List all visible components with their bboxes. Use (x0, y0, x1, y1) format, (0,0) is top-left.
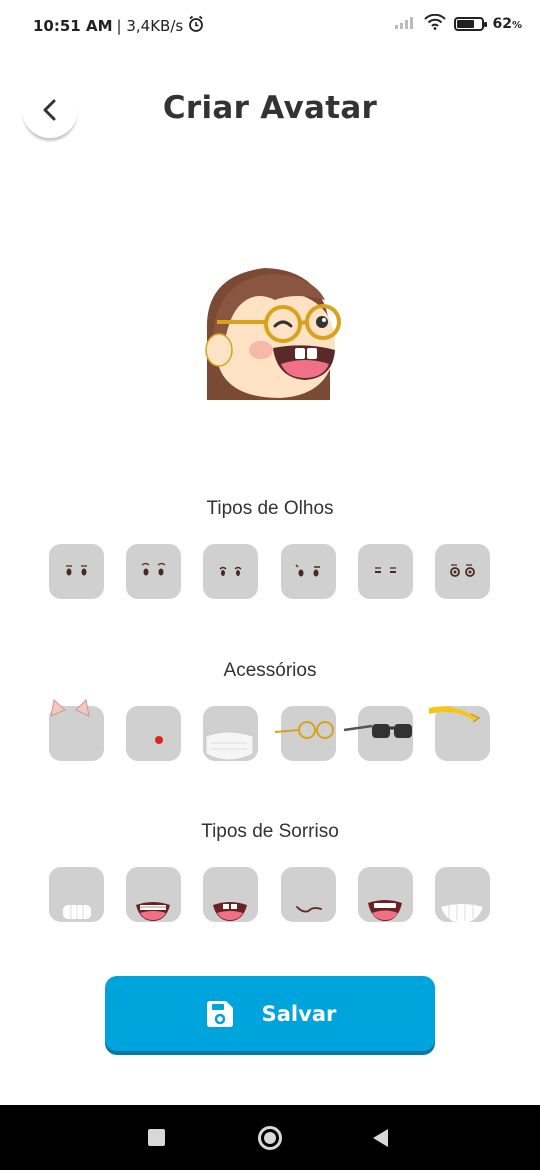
status-left: 10:51 AM | 3,4KB/s (33, 15, 205, 37)
braces-smile-icon (136, 902, 170, 921)
back-nav-button[interactable] (371, 1128, 389, 1152)
battery-value: 62 (492, 16, 512, 32)
signal-icon (394, 15, 416, 33)
smile-option-6[interactable] (435, 867, 490, 923)
open-smile-icon (213, 902, 247, 921)
eyes-section-title: Tipos de Olhos (206, 498, 334, 519)
headband-icon (429, 706, 481, 723)
eye-option-4[interactable] (281, 544, 336, 599)
system-nav-bar (0, 1105, 540, 1170)
recents-square-icon (148, 1129, 165, 1146)
eye-option-6[interactable] (435, 544, 490, 599)
floppy-disk-icon (206, 1000, 233, 1027)
save-button[interactable]: Salvar (105, 976, 435, 1051)
eyes-options (49, 544, 491, 600)
accessory-option-3[interactable] (203, 706, 258, 761)
battery-fill (457, 20, 474, 28)
eyes-lashes-icon (295, 564, 320, 577)
smirk-icon (296, 906, 322, 913)
alarm-icon (187, 15, 205, 37)
accessory-option-4[interactable] (274, 706, 336, 761)
eyes-wide-icon (450, 564, 475, 577)
accessory-option-1[interactable] (49, 698, 104, 761)
battery-percentage: 62% (492, 16, 522, 32)
avatar-illustration (205, 268, 341, 400)
laugh-icon (368, 900, 402, 921)
accessory-option-6[interactable] (429, 706, 490, 761)
smile-option-4[interactable] (281, 867, 336, 922)
eye-option-1[interactable] (49, 544, 104, 599)
battery-icon (454, 17, 488, 31)
accessories-section-title: Acessórios (223, 660, 317, 681)
eye-option-5[interactable] (358, 544, 413, 599)
smiles-section-title: Tipos de Sorriso (201, 821, 339, 842)
status-right: 62% (394, 13, 522, 34)
eyes-sleepy-icon (375, 567, 396, 573)
accessory-option-2[interactable] (126, 706, 181, 761)
eyes-squint-icon (219, 566, 242, 576)
save-button-label: Salvar (261, 1001, 337, 1026)
back-triangle-icon (373, 1129, 388, 1147)
cat-ears-icon (50, 698, 90, 717)
avatar-preview (195, 260, 345, 410)
smile-option-5[interactable] (358, 867, 413, 922)
smile-option-3[interactable] (203, 867, 258, 922)
face-mask-icon (205, 731, 254, 761)
network-speed: | 3,4KB/s (116, 17, 184, 35)
eye-option-3[interactable] (203, 544, 258, 599)
status-time: 10:51 AM (33, 17, 113, 35)
eyes-round-icon (66, 565, 87, 576)
page-title: Criar Avatar (162, 90, 378, 126)
status-bar: 10:51 AM | 3,4KB/s 62% (0, 0, 540, 50)
accessories-options (49, 698, 491, 762)
create-avatar-screen: 10:51 AM | 3,4KB/s 62% Criar Avatar Tipo… (0, 0, 540, 1170)
accessory-option-5[interactable] (343, 706, 413, 761)
big-teeth-smile-icon (63, 905, 91, 919)
clown-nose-icon (155, 736, 163, 744)
home-button[interactable] (257, 1125, 283, 1155)
eye-option-2[interactable] (126, 544, 181, 599)
battery-unit: % (511, 20, 522, 31)
eyes-raised-brows-icon (141, 562, 166, 576)
sunglasses-icon (343, 724, 412, 738)
round-glasses-icon (274, 721, 334, 739)
smile-option-2[interactable] (126, 867, 181, 922)
smiles-options (49, 867, 491, 923)
recents-button[interactable] (148, 1129, 165, 1150)
home-circle-icon (258, 1126, 282, 1150)
wifi-icon (424, 13, 447, 34)
wide-teeth-grin-icon (441, 904, 483, 923)
smile-option-1[interactable] (49, 867, 104, 922)
